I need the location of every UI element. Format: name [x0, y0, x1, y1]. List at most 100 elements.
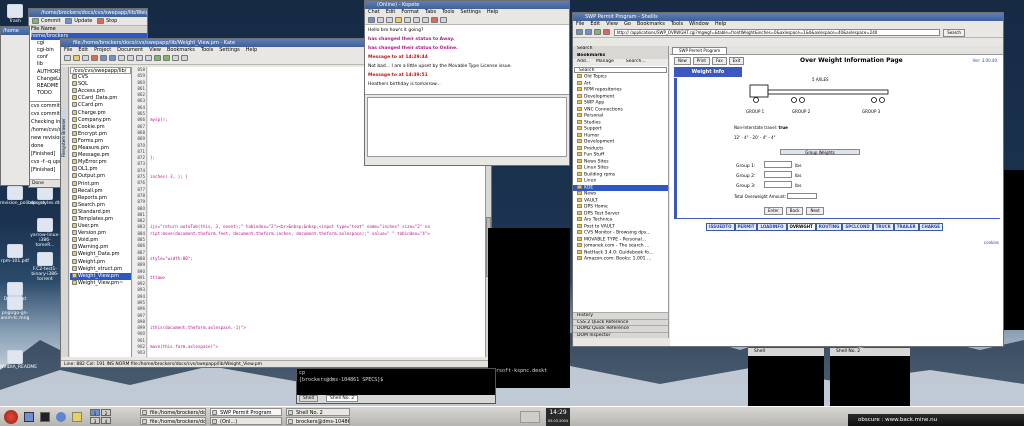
- kopete-chat-window[interactable]: (Online) - Kopete Chat Edit Format Tabs Tool…: [364, 0, 570, 166]
- kate-file-item[interactable]: Output.pm: [70, 173, 131, 180]
- kate-file-item[interactable]: Standard.pm: [70, 208, 131, 216]
- kate-file-item[interactable]: CCard_Data.pm: [70, 95, 131, 102]
- desktop-icon[interactable]: revision_polibos.xse: [0, 186, 45, 206]
- browser-menu-item[interactable]: View: [606, 21, 618, 27]
- desktop-icon[interactable]: F.C2-test1-binary-i386-torrent: [30, 252, 60, 282]
- kate-file-item[interactable]: Search.pm: [70, 201, 131, 209]
- kate-file-item[interactable]: Forms.pm: [70, 137, 131, 145]
- shell-middle-tab[interactable]: Shell: [748, 348, 824, 356]
- copy-icon[interactable]: [136, 55, 143, 61]
- browser-menu-item[interactable]: Bookmarks: [637, 21, 665, 27]
- close-file-icon[interactable]: [91, 55, 98, 61]
- desktop-icon[interactable]: NVIDIA_README: [0, 350, 37, 370]
- page-section-tab[interactable]: ISSUEDTO: [706, 223, 735, 231]
- kate-file-item[interactable]: Measure.pm: [70, 145, 131, 152]
- page-section-tab[interactable]: PERMIT: [734, 223, 758, 231]
- page-section-tab[interactable]: CHARGE: [918, 223, 944, 231]
- new-file-icon[interactable]: [64, 55, 71, 61]
- desktop-icon[interactable]: dps_styles.dtd: [30, 186, 62, 206]
- reload-icon[interactable]: [594, 29, 601, 35]
- desktop-icon[interactable]: pngirgo-gn-anim-tc.mng: [0, 296, 30, 321]
- terminal-right[interactable]: kersoft-kspnc.deskt: [488, 228, 570, 388]
- kate-file-item[interactable]: CCard.pm: [70, 102, 131, 109]
- sidebar-panel-tab[interactable]: DOM Inspector: [573, 331, 668, 338]
- save-chat-icon[interactable]: [377, 17, 384, 23]
- kate-file-item[interactable]: Message.pm: [70, 152, 131, 159]
- redo-icon[interactable]: [163, 55, 170, 61]
- kate-file-item[interactable]: Warning.pm: [70, 244, 131, 251]
- kate-file-item[interactable]: Version.pm: [70, 230, 131, 237]
- kate-menu-item[interactable]: File: [64, 47, 72, 53]
- kate-file-item[interactable]: Weight_View.pm~: [70, 279, 131, 287]
- browser-path[interactable]: /cvs/cvs/swepapp/lib/: [70, 67, 131, 75]
- partial-fm-titlebar[interactable]: /home: [1, 27, 29, 35]
- cervisia-titlebar[interactable]: /home/brockers/docs/cvs/swepapp/lib/Weig…: [29, 9, 147, 17]
- desktop-icon[interactable]: yarrow-linux-i386-tomeR...: [30, 218, 60, 248]
- kate-menu-item[interactable]: View: [149, 47, 161, 53]
- print-chat-icon[interactable]: [386, 17, 393, 23]
- kate-menu-item[interactable]: Document: [117, 47, 143, 53]
- kmenu-icon[interactable]: [4, 410, 18, 424]
- update-button[interactable]: Update: [74, 18, 92, 24]
- shell-tab-1[interactable]: Shell: [299, 395, 318, 402]
- kate-file-item[interactable]: Recall.pm: [70, 187, 131, 195]
- kopete-menu-item[interactable]: Settings: [460, 9, 481, 15]
- replace-icon[interactable]: [181, 55, 188, 61]
- kate-file-item[interactable]: Weight_View.pm: [70, 272, 131, 280]
- align-icon[interactable]: [440, 17, 447, 23]
- stop-button[interactable]: Stop: [106, 18, 117, 24]
- browser-menu-item[interactable]: File: [576, 21, 584, 27]
- add-bookmark-button[interactable]: Add...: [577, 59, 590, 64]
- kate-file-item[interactable]: Weight_struct.pm: [70, 265, 131, 273]
- show-desktop-icon[interactable]: [24, 412, 34, 422]
- bookmark-search-field[interactable]: Search: [574, 66, 667, 73]
- group-weight-input[interactable]: [764, 181, 792, 188]
- paste-icon[interactable]: [145, 55, 152, 61]
- browser-titlebar[interactable]: SWP Permit Program - Shellls: [573, 13, 1003, 21]
- text-color-icon[interactable]: [431, 17, 438, 23]
- send-icon[interactable]: [368, 17, 375, 23]
- kate-file-item[interactable]: Print.pm: [70, 180, 131, 188]
- desktop-icon[interactable]: rpm-101.pdf: [0, 244, 30, 264]
- total-input[interactable]: [787, 193, 818, 199]
- back-arrow-icon[interactable]: [576, 29, 583, 35]
- shell-window-far-right[interactable]: [1004, 170, 1024, 330]
- kate-file-item[interactable]: SQL: [70, 81, 131, 88]
- browser-menu-item[interactable]: Help: [715, 21, 726, 27]
- browser-menu-item[interactable]: Go: [624, 21, 631, 27]
- forward-arrow-icon[interactable]: [585, 29, 592, 35]
- update-icon[interactable]: [65, 18, 73, 24]
- desktop-icon[interactable]: Trash: [0, 4, 30, 24]
- kate-file-item[interactable]: CVS: [70, 74, 131, 81]
- open-file-icon[interactable]: [73, 55, 80, 61]
- shell-tab-2[interactable]: Shell No. 2: [325, 395, 359, 402]
- back-icon[interactable]: [100, 55, 107, 61]
- taskbar-button[interactable]: (Onl...): [210, 417, 282, 425]
- desktop-pager-cell[interactable]: 3: [90, 417, 100, 424]
- shell-window-middle[interactable]: Shell: [748, 348, 824, 406]
- kopete-menu-item[interactable]: Tabs: [425, 9, 436, 15]
- kate-file-item[interactable]: Weight_Data.pm: [70, 251, 131, 258]
- filesystem-browser-tab[interactable]: Filesystem Browser: [61, 107, 66, 157]
- page-nav-button[interactable]: Fax: [711, 57, 727, 65]
- smiley-icon[interactable]: [395, 17, 402, 23]
- page-nav-button[interactable]: Print: [692, 57, 710, 65]
- kopete-menu-item[interactable]: Tools: [442, 9, 454, 15]
- kopete-menu-item[interactable]: Chat: [368, 9, 380, 15]
- browser-menu-item[interactable]: Edit: [590, 21, 600, 27]
- terminal-launcher-icon[interactable]: [40, 412, 50, 422]
- page-tab[interactable]: SWP Permit Program: [672, 47, 728, 55]
- save-icon[interactable]: [82, 55, 89, 61]
- page-nav-button[interactable]: Exit: [728, 57, 745, 65]
- taskbar-button[interactable]: Shell No. 2: [286, 408, 350, 416]
- kate-file-item[interactable]: Encrypt.pm: [70, 130, 131, 138]
- shell-window-right[interactable]: Shell No. 2: [830, 348, 910, 406]
- desktop-pager-cell[interactable]: 4: [101, 417, 111, 424]
- terminal-bottom[interactable]: cp [brockers@dms-104861 SPECS]$ Shell She…: [296, 368, 496, 404]
- manage-bookmarks-button[interactable]: Manage: [596, 59, 614, 64]
- desktop-pager-cell[interactable]: 1: [90, 409, 100, 416]
- url-field[interactable]: http:// /applications/SWP_OVRWGHT.cgi?mg…: [613, 29, 940, 36]
- bookmark-item[interactable]: Amazon.com: Books: 1,001 ...: [573, 256, 668, 263]
- taskbar-button[interactable]: file:/home/brockers/do: [140, 408, 206, 416]
- font-icon[interactable]: [422, 17, 429, 23]
